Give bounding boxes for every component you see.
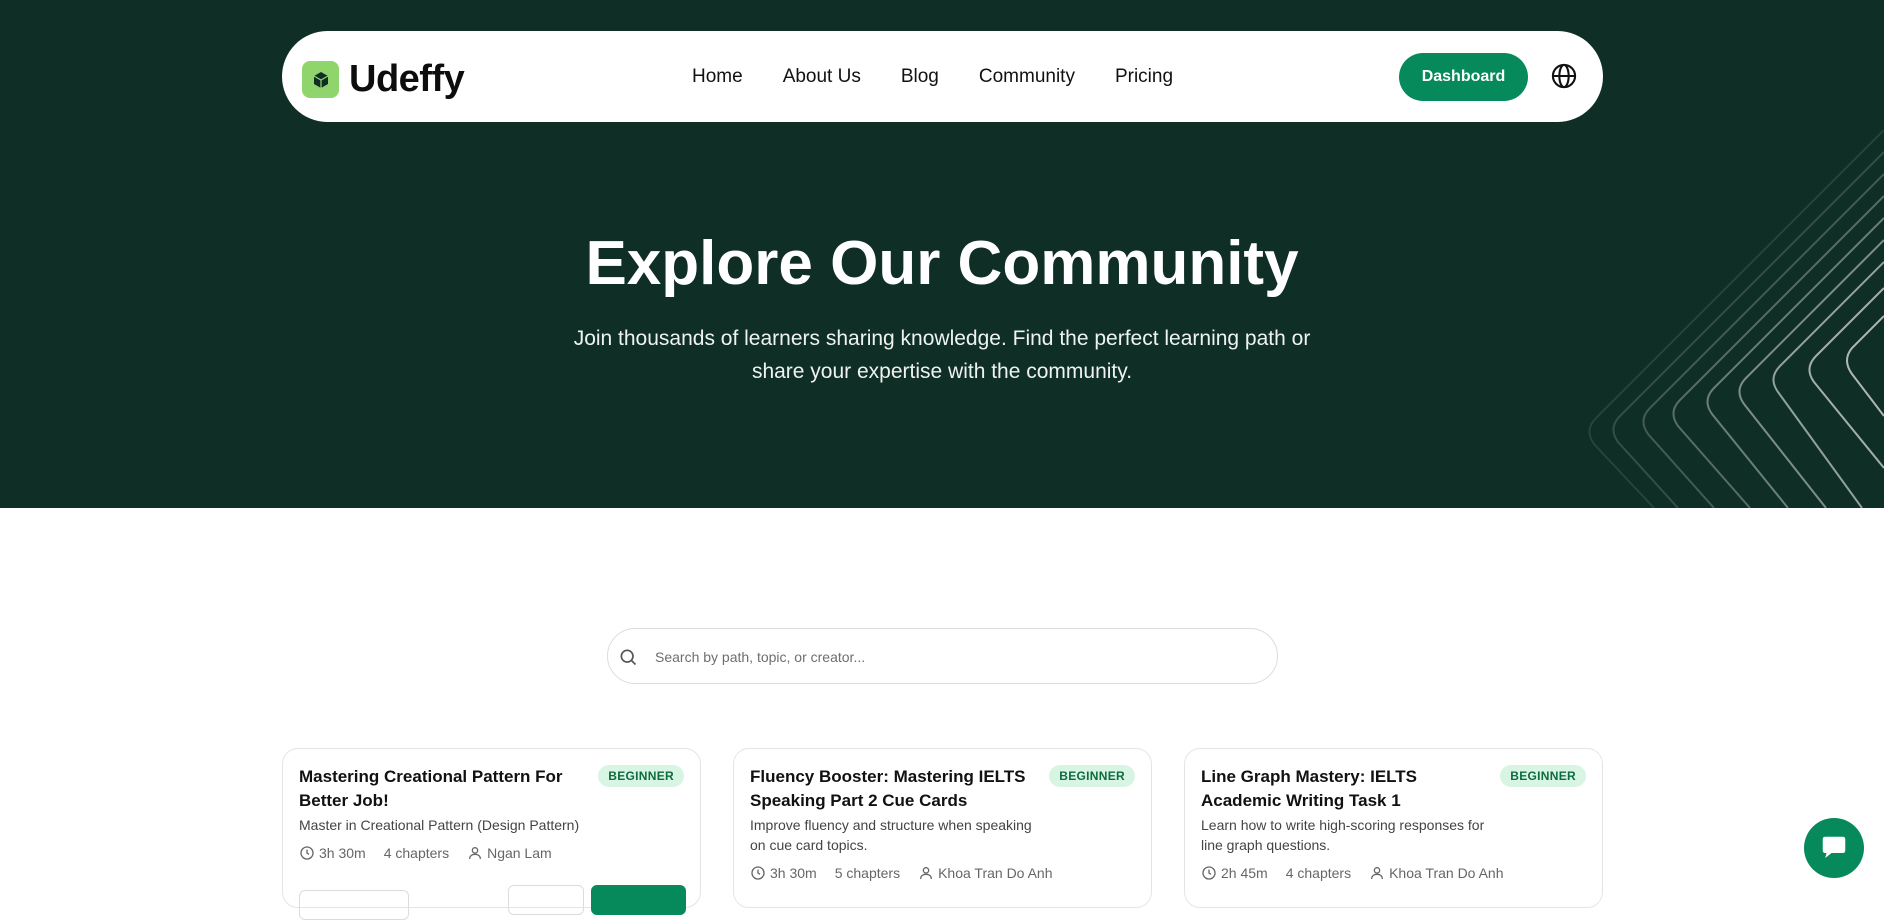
card-meta: 3h 30m 5 chapters Khoa Tran Do Anh bbox=[750, 865, 1071, 881]
card-title: Line Graph Mastery: IELTS Academic Writi… bbox=[1201, 767, 1418, 810]
level-badge: BEGINNER bbox=[1049, 765, 1135, 787]
duration-text: 3h 30m bbox=[319, 845, 366, 861]
nav-home[interactable]: Home bbox=[692, 66, 743, 88]
clock-icon bbox=[751, 866, 765, 880]
chapters: 4 chapters bbox=[383, 845, 450, 861]
globe-icon[interactable] bbox=[1550, 62, 1578, 90]
duration: 3h 30m bbox=[299, 845, 366, 861]
author: Khoa Tran Do Anh bbox=[1369, 865, 1504, 881]
course-card[interactable]: Fluency Booster: Mastering IELTS Speakin… bbox=[733, 748, 1152, 908]
card-meta: 2h 45m 4 chapters Khoa Tran Do Anh bbox=[1201, 865, 1522, 881]
brand-logo[interactable]: Udeffy bbox=[302, 58, 465, 101]
nav-community[interactable]: Community bbox=[979, 66, 1075, 88]
card-title: Mastering Creational Pattern For Better … bbox=[299, 767, 563, 810]
clock-icon bbox=[300, 846, 314, 860]
card-primary-button[interactable] bbox=[591, 885, 686, 915]
author-name: Khoa Tran Do Anh bbox=[938, 865, 1053, 881]
card-description: Learn how to write high-scoring response… bbox=[1201, 817, 1485, 853]
clock-icon bbox=[1202, 866, 1216, 880]
decorative-lines bbox=[1588, 130, 1884, 508]
dashboard-button[interactable]: Dashboard bbox=[1399, 53, 1528, 101]
brand-name: Udeffy bbox=[349, 58, 465, 100]
card-meta: 3h 30m 4 chapters Ngan Lam bbox=[299, 845, 570, 861]
nav-about-us[interactable]: About Us bbox=[783, 66, 861, 88]
chapters: 4 chapters bbox=[1285, 865, 1352, 881]
chat-bubble-icon bbox=[1822, 836, 1846, 858]
author-name: Ngan Lam bbox=[487, 845, 552, 861]
nav-blog[interactable]: Blog bbox=[901, 66, 939, 88]
level-badge: BEGINNER bbox=[1500, 765, 1586, 787]
hero-subtitle: Join thousands of learners sharing knowl… bbox=[573, 327, 1311, 383]
card-description: Master in Creational Pattern (Design Pat… bbox=[299, 817, 580, 833]
search-bar bbox=[607, 628, 1278, 684]
hero-section: Udeffy Home About Us Blog Community Pric… bbox=[0, 0, 1884, 508]
user-icon bbox=[469, 847, 482, 860]
search-input[interactable] bbox=[655, 644, 1255, 670]
course-card[interactable]: Line Graph Mastery: IELTS Academic Writi… bbox=[1184, 748, 1603, 908]
author: Khoa Tran Do Anh bbox=[918, 865, 1053, 881]
nav-pricing[interactable]: Pricing bbox=[1115, 66, 1173, 88]
card-description: Improve fluency and structure when speak… bbox=[750, 817, 1032, 853]
duration-text: 3h 30m bbox=[770, 865, 817, 881]
duration-text: 2h 45m bbox=[1221, 865, 1268, 881]
author-name: Khoa Tran Do Anh bbox=[1389, 865, 1504, 881]
navbar: Udeffy Home About Us Blog Community Pric… bbox=[282, 31, 1603, 122]
level-badge: BEGINNER bbox=[598, 765, 684, 787]
chat-button[interactable] bbox=[1804, 818, 1864, 878]
card-title: Fluency Booster: Mastering IELTS Speakin… bbox=[750, 767, 1026, 810]
user-icon bbox=[1371, 867, 1384, 880]
duration: 2h 45m bbox=[1201, 865, 1268, 881]
search-icon bbox=[620, 649, 637, 666]
course-card[interactable]: Mastering Creational Pattern For Better … bbox=[282, 748, 701, 920]
author: Ngan Lam bbox=[467, 845, 552, 861]
nav-links: Home About Us Blog Community Pricing bbox=[692, 31, 1213, 122]
cube-icon bbox=[302, 61, 339, 98]
card-outline-button[interactable] bbox=[508, 885, 584, 915]
duration: 3h 30m bbox=[750, 865, 817, 881]
chapters: 5 chapters bbox=[834, 865, 901, 881]
page-title: Explore Our Community bbox=[585, 229, 1299, 298]
card-secondary-button[interactable] bbox=[299, 890, 409, 920]
user-icon bbox=[920, 867, 933, 880]
